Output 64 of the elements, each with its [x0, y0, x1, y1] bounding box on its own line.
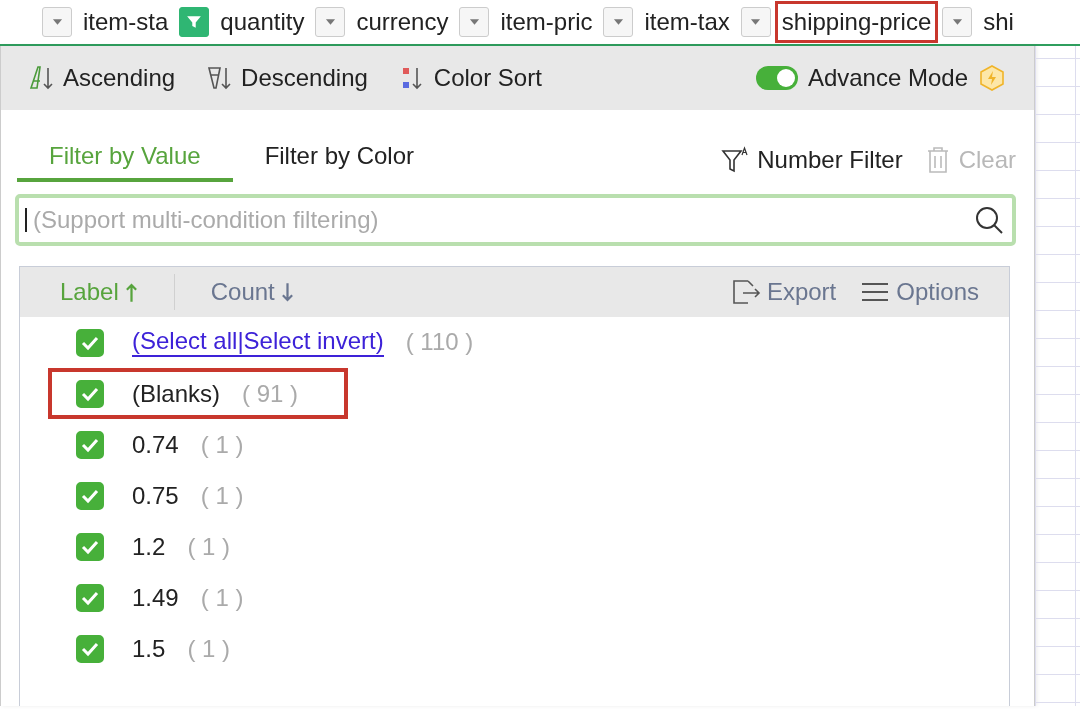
checkbox[interactable]	[76, 634, 104, 663]
dropdown-button[interactable]	[459, 7, 490, 37]
column-header: quantity	[219, 7, 306, 37]
search-field[interactable]: (Support multi-condition filtering)	[15, 194, 1016, 246]
column-header: item-pric	[499, 7, 594, 37]
column-header: item-sta	[82, 7, 170, 37]
toggle-switch[interactable]	[755, 66, 798, 90]
checkbox[interactable]	[76, 532, 104, 561]
caret-icon	[468, 18, 480, 26]
dropdown-button[interactable]	[942, 7, 973, 37]
caret-icon	[51, 18, 63, 26]
dropdown-button[interactable]	[315, 7, 346, 37]
filter-icon	[186, 14, 203, 30]
text-cursor	[25, 208, 27, 232]
funnel-icon	[721, 145, 750, 175]
value-label: 1.2	[132, 532, 166, 561]
arrow-up-icon	[124, 281, 138, 303]
link[interactable]: |Select invert)	[237, 328, 384, 357]
count-label: ( 91 )	[242, 379, 299, 408]
checkbox[interactable]	[76, 430, 104, 459]
dropdown-button[interactable]	[603, 7, 634, 37]
search-icon	[974, 205, 1004, 235]
value-label: (Blanks)	[132, 379, 221, 408]
count-label: ( 1 )	[200, 430, 244, 459]
count-label: ( 1 )	[187, 634, 231, 663]
column-header: currency	[355, 7, 450, 37]
caret-icon	[612, 18, 624, 26]
sort-descending-icon	[207, 64, 234, 92]
dropdown-button[interactable]	[42, 7, 72, 37]
count-label: ( 1 )	[187, 532, 231, 561]
dropdown-button[interactable]	[740, 7, 771, 37]
lightning-badge-icon	[978, 64, 1006, 92]
caret-icon	[324, 18, 336, 26]
checkbox[interactable]	[76, 379, 104, 408]
checkbox[interactable]	[76, 328, 104, 357]
value-label: 1.49	[132, 583, 179, 612]
advance-mode-label: Advance Mode	[807, 64, 968, 92]
link[interactable]: (Select all	[132, 328, 238, 357]
value-label: 0.75	[132, 481, 179, 510]
sort-ascending-icon	[29, 64, 55, 92]
number-filter-button[interactable]: Number Filter	[721, 145, 903, 175]
sort-descending-button[interactable]: Descending	[207, 64, 368, 92]
column-sort-button[interactable]: Count	[210, 278, 294, 306]
column-header: shi	[982, 7, 1015, 37]
sort-ascending-button[interactable]: Ascending	[29, 64, 176, 92]
menu-icon	[860, 280, 891, 304]
arrow-down-icon	[280, 281, 294, 303]
caret-icon	[750, 18, 762, 26]
column-header: item-tax	[643, 7, 731, 37]
caret-icon	[951, 18, 963, 26]
checkbox[interactable]	[76, 583, 104, 612]
color-sort-button[interactable]: Color Sort	[399, 64, 542, 92]
checkbox[interactable]	[76, 481, 104, 510]
count-label: ( 110 )	[405, 328, 474, 357]
export-icon	[730, 278, 761, 306]
column-header: shipping-price	[774, 1, 939, 43]
count-label: ( 1 )	[200, 481, 244, 510]
count-label: ( 1 )	[200, 583, 244, 612]
value-label: 1.5	[132, 634, 166, 663]
export-button[interactable]: Export	[730, 278, 837, 306]
tab[interactable]: Filter by Color	[232, 138, 446, 182]
value-label: 0.74	[132, 430, 179, 459]
filter-button[interactable]	[179, 7, 210, 37]
options-button[interactable]: Options	[860, 278, 979, 306]
